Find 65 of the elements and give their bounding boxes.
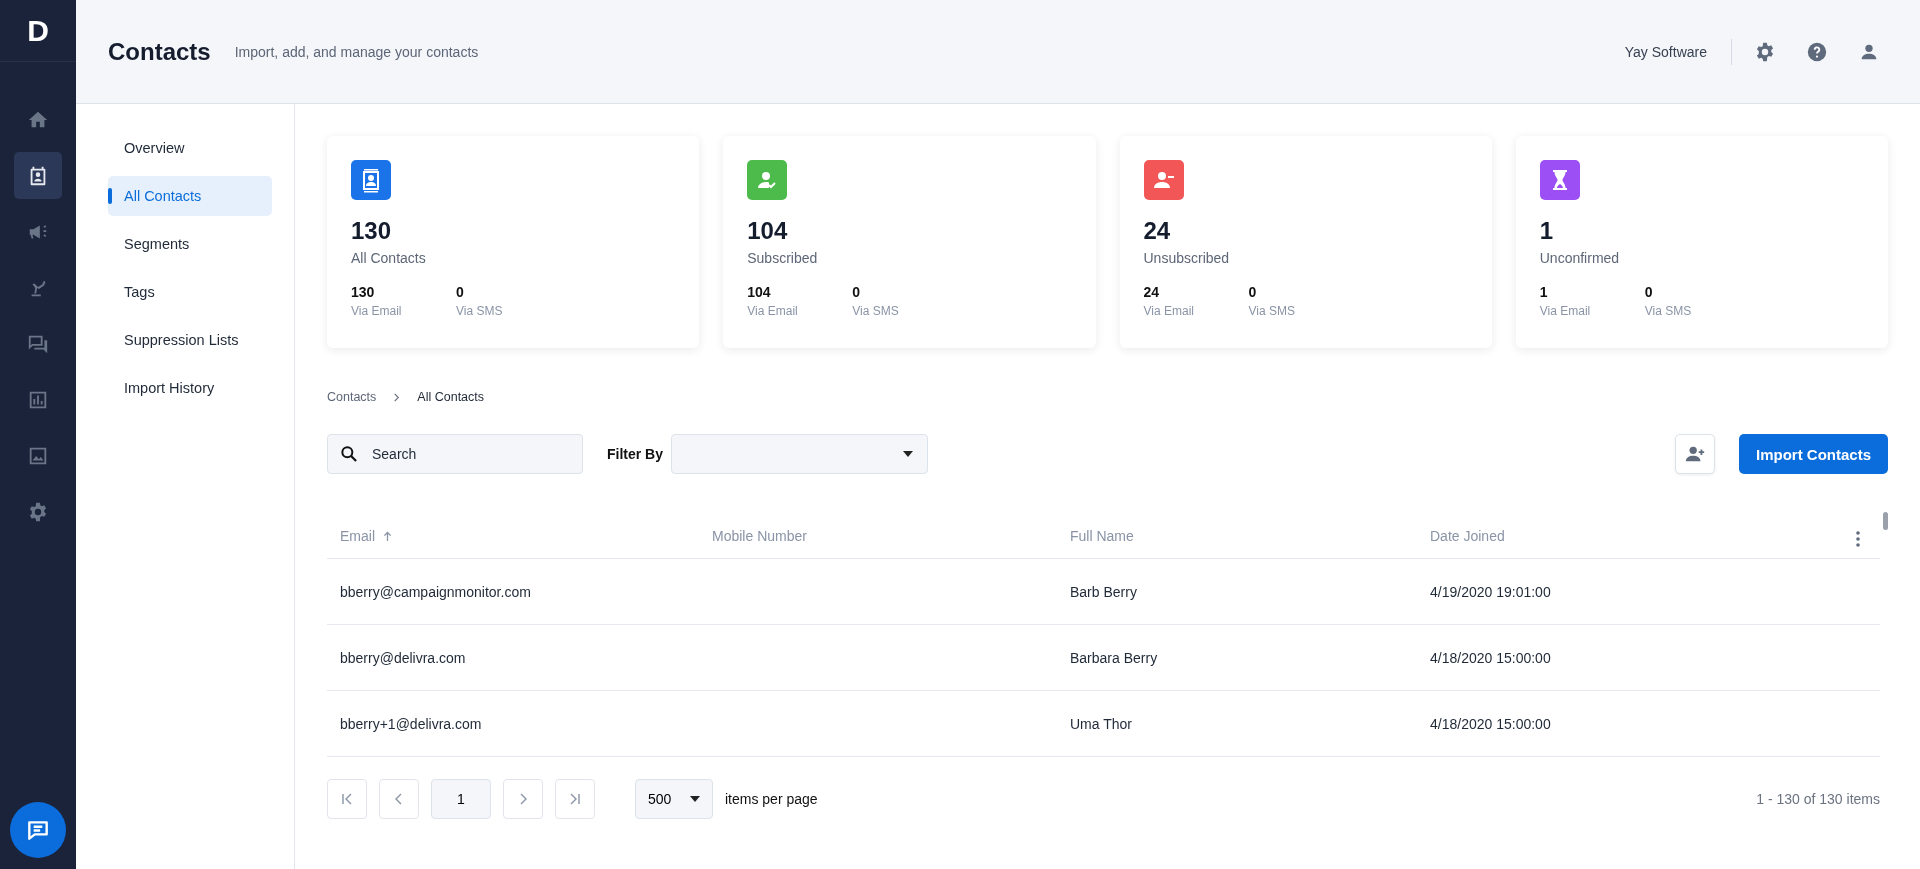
stat-value: 0: [456, 284, 465, 300]
stat-value: 1: [1539, 284, 1549, 300]
table-cell: 4/18/2020 15:00:00: [1430, 649, 1551, 666]
search-field[interactable]: Search: [327, 434, 583, 474]
table-cell: Uma Thor: [1070, 715, 1132, 732]
chevron-right-icon: [392, 392, 402, 402]
scrollbar-thumb[interactable]: [1883, 512, 1888, 530]
page-size-label: items per page: [725, 791, 818, 807]
stat-value: 0: [852, 284, 862, 300]
page-size-dropdown[interactable]: 500: [635, 779, 713, 819]
stat-count: 130: [351, 217, 393, 245]
stat-label: Subscribed: [747, 250, 819, 266]
subnav-item[interactable]: Segments: [108, 224, 272, 264]
page-title: Contacts: [108, 37, 211, 66]
gear-icon: [27, 500, 49, 523]
table-cell: 4/18/2020 15:00:00: [1430, 715, 1551, 732]
stat-count: 104: [747, 217, 789, 245]
table-cell: bberry@delivra.com: [340, 649, 466, 666]
stat-value: 0: [1248, 284, 1258, 300]
caret-down-icon: [903, 451, 913, 457]
subnav-item[interactable]: All Contacts: [108, 176, 272, 216]
table-cell: 4/19/2020 19:01:00: [1430, 583, 1551, 600]
import-contacts-button[interactable]: Import Contacts: [1739, 434, 1888, 474]
stat-caption: Via Email: [1143, 304, 1195, 318]
stat-count: 1: [1539, 217, 1555, 245]
table-cell: bberry@campaignmonitor.com: [340, 583, 531, 600]
stat-label: All Contacts: [351, 250, 427, 266]
help-icon[interactable]: [1806, 40, 1828, 63]
stat-label: Unsubscribed: [1143, 250, 1231, 266]
subnav-item[interactable]: Suppression Lists: [108, 320, 272, 360]
caret-down-icon: [690, 796, 700, 802]
subnav-item[interactable]: Overview: [108, 128, 272, 168]
stat-value: 130: [351, 284, 376, 300]
more-options-icon[interactable]: [1856, 531, 1860, 547]
stat-value: 24: [1143, 284, 1161, 300]
stat-value: 104: [747, 284, 772, 300]
first-page-icon: [341, 793, 353, 805]
breadcrumb-link[interactable]: Contacts: [327, 390, 377, 404]
stat-caption: Via Email: [351, 304, 403, 318]
filter-label: Filter By: [607, 446, 663, 462]
last-page-icon: [569, 793, 581, 805]
stat-caption: Via Email: [747, 304, 799, 318]
chat-button[interactable]: [10, 802, 66, 858]
settings-icon[interactable]: [1754, 40, 1776, 63]
table-cell: Barb Berry: [1070, 583, 1137, 600]
stat-count: 24: [1143, 217, 1172, 245]
breadcrumb-link[interactable]: All Contacts: [417, 390, 485, 404]
pagination-summary: 1 - 130 of 130 items: [1756, 791, 1880, 807]
table-cell: bberry+1@delivra.com: [340, 715, 482, 732]
stat-caption: Via SMS: [852, 304, 900, 318]
search-icon: [339, 444, 359, 464]
stat-caption: Via SMS: [1644, 304, 1693, 318]
stat-value: 0: [1644, 284, 1654, 300]
stat-caption: Via SMS: [1248, 304, 1296, 318]
stat-caption: Via SMS: [456, 304, 504, 318]
add-contact-button[interactable]: [1675, 434, 1715, 474]
account-name[interactable]: Yay Software: [1624, 43, 1707, 60]
nav-contacts-button[interactable]: [14, 152, 62, 199]
subnav-item[interactable]: Import History: [108, 368, 272, 408]
subnav-item[interactable]: Tags: [108, 272, 272, 312]
stat-caption: Via Email: [1539, 304, 1592, 318]
page-number-button[interactable]: 1: [431, 779, 491, 819]
page-subtitle: Import, add, and manage your contacts: [234, 43, 479, 60]
table-cell: Barbara Berry: [1070, 649, 1158, 666]
stat-label: Unconfirmed: [1539, 250, 1621, 266]
